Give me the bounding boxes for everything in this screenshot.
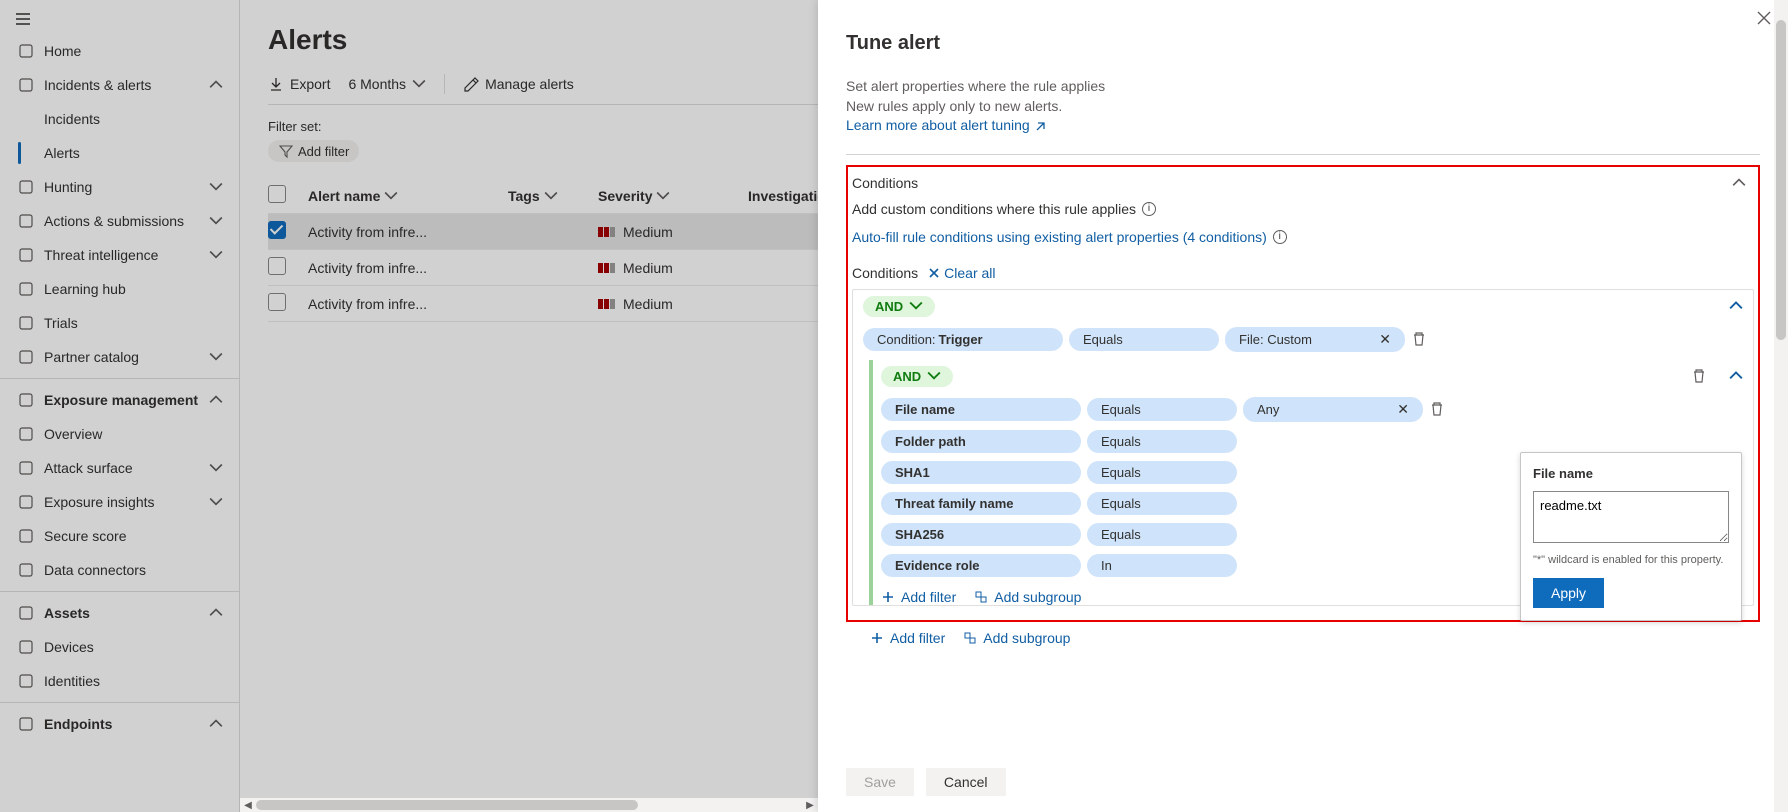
filter-value-chip[interactable]: Any✕	[1243, 397, 1423, 422]
add-filter-button[interactable]: Add filter	[881, 589, 956, 605]
filter-op-chip[interactable]: In	[1087, 554, 1237, 577]
filter-op-chip[interactable]: Equals	[1087, 398, 1237, 421]
and-operator-pill[interactable]: AND	[881, 366, 953, 387]
delete-filter-icon[interactable]	[1429, 401, 1445, 417]
collapse-icon[interactable]	[1729, 299, 1743, 313]
cancel-button[interactable]: Cancel	[926, 768, 1006, 796]
autofill-link[interactable]: Auto-fill rule conditions using existing…	[852, 229, 1267, 245]
info-icon[interactable]: i	[1142, 202, 1156, 216]
condition-value-chip[interactable]: File: Custom ✕	[1225, 327, 1405, 352]
filter-op-chip[interactable]: Equals	[1087, 523, 1237, 546]
panel-scrollbar[interactable]	[1774, 0, 1788, 812]
conditions-sublabel: Conditions	[852, 265, 918, 281]
filter-row: File name Equals Any✕	[879, 393, 1753, 426]
condition-row-trigger: Condition: Trigger Equals File: Custom ✕	[853, 323, 1753, 356]
filter-op-chip[interactable]: Equals	[1087, 461, 1237, 484]
learn-more-link[interactable]: Learn more about alert tuning	[846, 116, 1048, 136]
filter-field-chip[interactable]: Folder path	[881, 430, 1081, 453]
close-icon[interactable]	[1756, 10, 1772, 26]
info-icon[interactable]: i	[1273, 230, 1287, 244]
open-external-icon	[1034, 119, 1048, 133]
filter-field-chip[interactable]: Evidence role	[881, 554, 1081, 577]
panel-footer: Save Cancel	[846, 752, 1760, 812]
chevron-down-icon	[909, 299, 923, 313]
delete-group-icon[interactable]	[1691, 368, 1707, 384]
filter-field-chip[interactable]: File name	[881, 398, 1081, 421]
filter-op-chip[interactable]: Equals	[1087, 492, 1237, 515]
condition-op-chip[interactable]: Equals	[1069, 328, 1219, 351]
file-name-input[interactable]	[1533, 491, 1729, 543]
save-button[interactable]: Save	[846, 768, 914, 796]
panel-title: Tune alert	[846, 32, 1760, 55]
filter-field-chip[interactable]: SHA1	[881, 461, 1081, 484]
and-operator-pill[interactable]: AND	[863, 296, 935, 317]
filter-op-chip[interactable]: Equals	[1087, 430, 1237, 453]
conditions-label: Conditions	[852, 175, 918, 191]
add-subgroup-button[interactable]: Add subgroup	[963, 630, 1070, 646]
chevron-up-icon[interactable]	[1732, 176, 1746, 190]
conditions-hint: Add custom conditions where this rule ap…	[848, 195, 1758, 223]
remove-value-icon[interactable]: ✕	[1379, 331, 1391, 348]
chevron-down-icon	[927, 369, 941, 383]
tune-alert-panel: Tune alert Set alert properties where th…	[818, 0, 1788, 812]
popover-label: File name	[1533, 466, 1593, 481]
filter-field-chip[interactable]: SHA256	[881, 523, 1081, 546]
file-name-popover: File name "*" wildcard is enabled for th…	[1520, 452, 1742, 621]
add-subgroup-button[interactable]: Add subgroup	[974, 589, 1081, 605]
add-filter-button[interactable]: Add filter	[870, 630, 945, 646]
panel-intro: Set alert properties where the rule appl…	[846, 77, 1760, 136]
popover-note: "*" wildcard is enabled for this propert…	[1533, 554, 1729, 566]
modal-backdrop	[0, 0, 818, 812]
clear-all-button[interactable]: Clear all	[928, 265, 995, 281]
condition-field-chip[interactable]: Condition: Trigger	[863, 328, 1063, 351]
delete-condition-icon[interactable]	[1411, 331, 1427, 347]
remove-value-icon[interactable]: ✕	[1397, 401, 1409, 418]
collapse-icon[interactable]	[1729, 369, 1743, 383]
horizontal-scrollbar[interactable]: ◀▶	[240, 798, 818, 812]
filter-field-chip[interactable]: Threat family name	[881, 492, 1081, 515]
apply-button[interactable]: Apply	[1533, 578, 1604, 608]
